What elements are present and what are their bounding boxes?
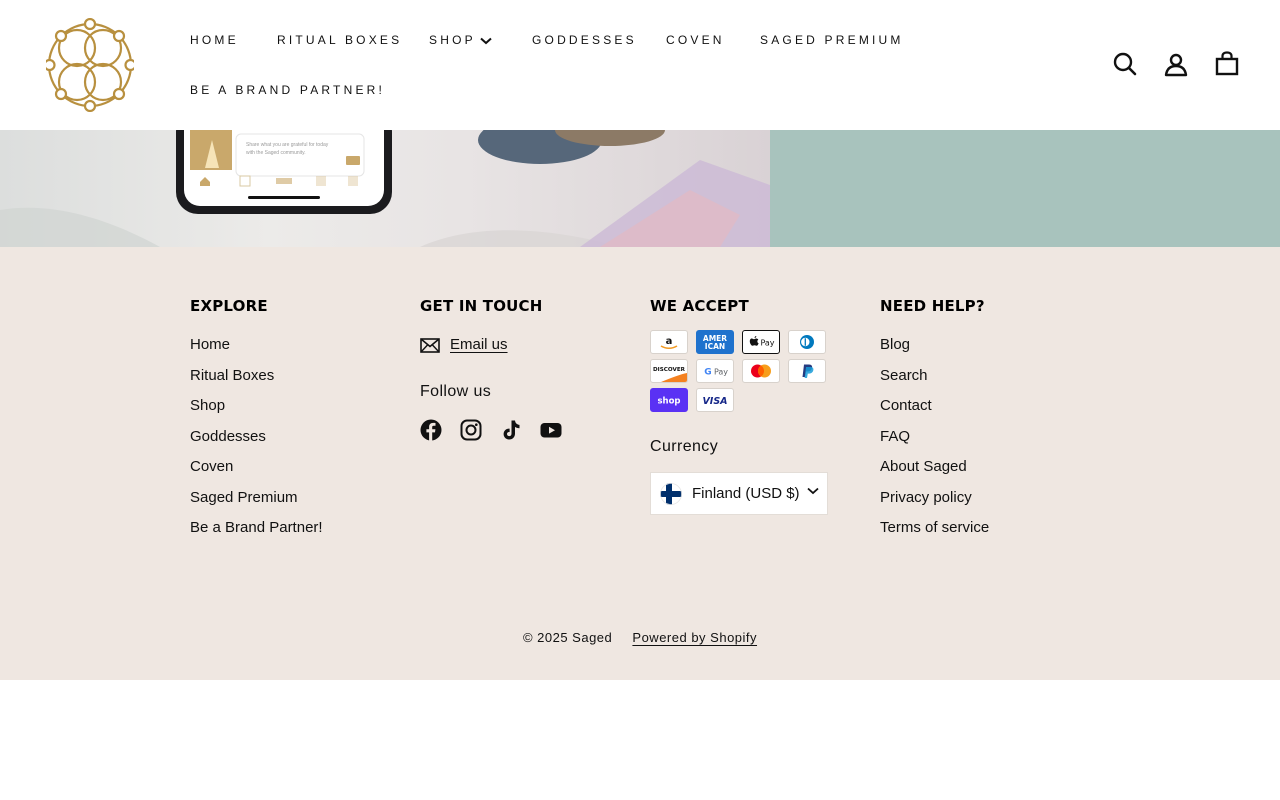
- footer-link-search[interactable]: Search: [880, 361, 989, 392]
- footer-contact: GET IN TOUCH Email us Follow us: [420, 297, 580, 441]
- search-icon[interactable]: [1112, 51, 1138, 77]
- footer-link-ritual-boxes[interactable]: Ritual Boxes: [190, 361, 323, 392]
- svg-text:VISA: VISA: [702, 396, 727, 407]
- instagram-icon[interactable]: [460, 419, 482, 441]
- footer-payments: WE ACCEPT a AMERICAN Pay DISCOVER GPay: [650, 297, 828, 515]
- footer-link-goddesses[interactable]: Goddesses: [190, 422, 323, 453]
- payment-icons: a AMER ICAN Pay DISCOVER G Pay shop VISA: [650, 330, 828, 412]
- copyright-text: © 2025 Saged: [522, 630, 613, 645]
- discover-icon: DISCOVER: [650, 359, 688, 383]
- footer-explore: EXPLORE Home Ritual Boxes Shop Goddesses…: [190, 297, 323, 544]
- nav-home[interactable]: Home: [190, 33, 239, 47]
- footer-explore-links: Home Ritual Boxes Shop Goddesses Coven S…: [190, 330, 323, 544]
- footer-link-home[interactable]: Home: [190, 330, 323, 361]
- svg-text:Share what you are grateful fo: Share what you are grateful for today: [246, 142, 329, 148]
- footer-link-contact[interactable]: Contact: [880, 391, 989, 422]
- svg-text:G: G: [704, 368, 711, 378]
- svg-text:with the Saged community.: with the Saged community.: [246, 150, 306, 156]
- hero-image: Share what you are grateful for today wi…: [0, 130, 1280, 247]
- site-header: Home Ritual Boxes Shop Goddesses Coven S…: [0, 0, 1280, 130]
- footer-link-brand-partner[interactable]: Be a Brand Partner!: [190, 513, 323, 544]
- nav-shop-label: Shop: [429, 33, 476, 47]
- footer-bottom: © 2025 Saged Powered by Shopify: [0, 630, 1280, 645]
- facebook-icon[interactable]: [420, 419, 442, 441]
- follow-us-label: Follow us: [420, 383, 492, 400]
- google-pay-icon: G Pay: [696, 359, 734, 383]
- footer-link-saged-premium[interactable]: Saged Premium: [190, 483, 323, 514]
- email-us-link[interactable]: Email us: [450, 335, 508, 355]
- footer-link-faq[interactable]: FAQ: [880, 422, 989, 453]
- svg-text:a: a: [666, 336, 673, 347]
- nav-coven[interactable]: Coven: [666, 33, 725, 47]
- footer-explore-title: EXPLORE: [190, 297, 268, 315]
- social-links: [420, 419, 580, 441]
- account-icon[interactable]: [1163, 51, 1189, 77]
- svg-text:shop: shop: [657, 397, 680, 407]
- visa-icon: VISA: [696, 388, 734, 412]
- cart-icon[interactable]: [1214, 51, 1240, 77]
- youtube-icon[interactable]: [540, 419, 562, 441]
- currency-label: Currency: [650, 438, 719, 455]
- footer-help-title: NEED HELP?: [880, 297, 985, 315]
- finland-flag-icon: [660, 482, 682, 505]
- currency-selector[interactable]: Finland (USD $): [650, 472, 828, 515]
- svg-text:ICAN: ICAN: [705, 342, 725, 351]
- amazon-pay-icon: a: [650, 330, 688, 354]
- mail-icon: [420, 337, 440, 353]
- footer-link-blog[interactable]: Blog: [880, 330, 989, 361]
- chevron-down-icon: [807, 487, 819, 495]
- footer-contact-title: GET IN TOUCH: [420, 297, 543, 315]
- nav-saged-premium[interactable]: Saged Premium: [760, 33, 904, 47]
- shop-pay-icon: shop: [650, 388, 688, 412]
- footer-link-privacy[interactable]: Privacy policy: [880, 483, 989, 514]
- svg-text:Pay: Pay: [714, 367, 728, 376]
- site-footer: EXPLORE Home Ritual Boxes Shop Goddesses…: [0, 247, 1280, 680]
- footer-link-shop[interactable]: Shop: [190, 391, 323, 422]
- apple-pay-icon: Pay: [742, 330, 780, 354]
- tiktok-icon[interactable]: [500, 419, 522, 441]
- svg-text:DISCOVER: DISCOVER: [653, 367, 686, 373]
- email-row: Email us: [420, 335, 580, 355]
- currency-value: Finland (USD $): [692, 485, 800, 502]
- footer-help-links: Blog Search Contact FAQ About Saged Priv…: [880, 330, 989, 544]
- paypal-icon: [788, 359, 826, 383]
- powered-by-shopify-link[interactable]: Powered by Shopify: [632, 630, 757, 645]
- nav-brand-partner[interactable]: Be a Brand Partner!: [190, 83, 385, 97]
- mastercard-icon: [742, 359, 780, 383]
- chevron-down-icon: [480, 37, 492, 45]
- nav-goddesses[interactable]: Goddesses: [532, 33, 637, 47]
- diners-club-icon: [788, 330, 826, 354]
- footer-help: NEED HELP? Blog Search Contact FAQ About…: [880, 297, 989, 544]
- footer-payments-title: WE ACCEPT: [650, 297, 749, 315]
- footer-link-coven[interactable]: Coven: [190, 452, 323, 483]
- hero-photo: Share what you are grateful for today wi…: [0, 130, 1280, 247]
- nav-shop[interactable]: Shop: [429, 33, 492, 47]
- svg-text:Pay: Pay: [760, 338, 774, 347]
- amex-icon: AMER ICAN: [696, 330, 734, 354]
- footer-link-about[interactable]: About Saged: [880, 452, 989, 483]
- saged-logo[interactable]: [46, 18, 134, 112]
- nav-ritual-boxes[interactable]: Ritual Boxes: [277, 33, 402, 47]
- footer-link-terms[interactable]: Terms of service: [880, 513, 989, 544]
